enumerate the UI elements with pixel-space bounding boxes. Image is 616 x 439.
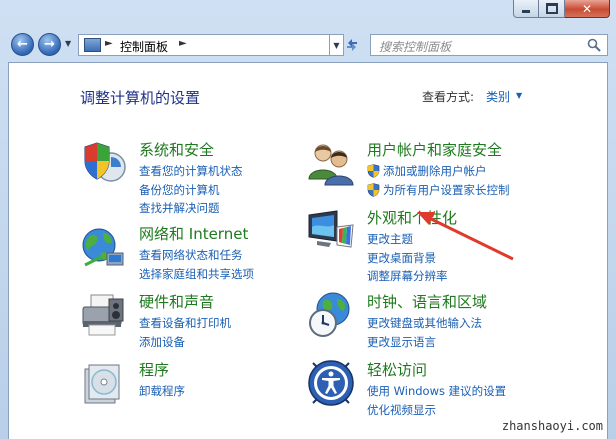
- link-optimize-video[interactable]: 优化视频显示: [367, 401, 506, 420]
- content-area: 调整计算机的设置 查看方式: 类别 ▼ 系统和安全 查看您的计算机状态 备份您的…: [8, 62, 608, 439]
- forward-button[interactable]: →: [38, 33, 61, 56]
- refresh-button[interactable]: [340, 34, 364, 56]
- control-panel-icon: [84, 38, 101, 52]
- page-title: 调整计算机的设置: [80, 89, 201, 107]
- back-arrow-icon: ←: [17, 37, 28, 52]
- breadcrumb-separator[interactable]: ►: [179, 38, 187, 49]
- refresh-icon: [347, 39, 357, 51]
- ease-of-access-icon[interactable]: [307, 359, 355, 407]
- printer-hardware-icon[interactable]: [79, 291, 127, 339]
- maximize-button[interactable]: [539, 0, 565, 18]
- monitor-palette-icon[interactable]: [307, 207, 355, 255]
- view-by-dropdown[interactable]: 类别: [486, 88, 510, 105]
- minimize-button[interactable]: [513, 0, 539, 18]
- search-input[interactable]: 搜索控制面板: [379, 38, 451, 55]
- uac-shield-icon: [367, 164, 380, 178]
- category-links: 卸载程序: [139, 382, 185, 401]
- category-links: 使用 Windows 建议的设置 优化视频显示: [367, 382, 506, 419]
- link-text[interactable]: 为所有用户设置家长控制: [383, 183, 510, 197]
- close-button[interactable]: ✕: [565, 0, 610, 18]
- category-title-system-security[interactable]: 系统和安全: [139, 139, 214, 160]
- watermark: zhanshaoyi.com: [501, 419, 603, 433]
- window-frame: ✕ ← → ▼ ► 控制面板 ► ▼ 搜索控制面板 调整计算机的设置 查看方式:…: [0, 0, 616, 439]
- link-add-device[interactable]: 添加设备: [139, 333, 231, 352]
- breadcrumb-separator[interactable]: ►: [105, 38, 113, 49]
- link-windows-recommended-settings[interactable]: 使用 Windows 建议的设置: [367, 382, 506, 401]
- uac-shield-icon: [367, 182, 380, 197]
- link-text[interactable]: 添加或删除用户帐户: [383, 164, 487, 178]
- link-add-remove-accounts[interactable]: 添加或删除用户帐户: [367, 162, 510, 181]
- close-icon: ✕: [581, 1, 593, 16]
- category-links: 更改键盘或其他输入法 更改显示语言: [367, 314, 482, 351]
- maximize-icon: [545, 3, 558, 14]
- link-homegroup-sharing[interactable]: 选择家庭组和共享选项: [139, 265, 254, 284]
- search-icon[interactable]: [587, 38, 601, 52]
- view-by-label: 查看方式:: [422, 90, 475, 104]
- link-change-keyboard-input[interactable]: 更改键盘或其他输入法: [367, 314, 482, 333]
- link-screen-resolution[interactable]: 调整屏幕分辨率: [367, 267, 448, 286]
- clock-globe-icon[interactable]: [307, 291, 355, 339]
- category-title-programs[interactable]: 程序: [139, 359, 169, 380]
- link-parental-controls[interactable]: 为所有用户设置家长控制: [367, 181, 510, 200]
- back-button[interactable]: ←: [11, 33, 34, 56]
- link-uninstall-program[interactable]: 卸载程序: [139, 382, 185, 401]
- network-globe-icon[interactable]: [79, 223, 127, 271]
- category-links: 添加或删除用户帐户 为所有用户设置家长控制: [367, 162, 510, 199]
- link-find-fix-problems[interactable]: 查找并解决问题: [139, 199, 243, 218]
- address-bar[interactable]: ► 控制面板 ►: [78, 34, 330, 56]
- link-backup-computer[interactable]: 备份您的计算机: [139, 181, 243, 200]
- window-controls: ✕: [513, 0, 610, 18]
- recent-pages-dropdown[interactable]: ▼: [65, 39, 71, 48]
- programs-disc-icon[interactable]: [79, 359, 127, 407]
- chevron-down-icon[interactable]: ▼: [516, 91, 522, 100]
- category-title-hardware-sound[interactable]: 硬件和声音: [139, 291, 214, 312]
- search-box[interactable]: 搜索控制面板: [370, 34, 608, 56]
- minimize-icon: [522, 9, 530, 13]
- forward-arrow-icon: →: [44, 37, 55, 52]
- breadcrumb-control-panel[interactable]: 控制面板: [120, 38, 168, 55]
- link-view-computer-status[interactable]: 查看您的计算机状态: [139, 162, 243, 181]
- link-devices-printers[interactable]: 查看设备和打印机: [139, 314, 231, 333]
- category-title-clock-region[interactable]: 时钟、语言和区域: [367, 291, 487, 312]
- link-change-display-language[interactable]: 更改显示语言: [367, 333, 482, 352]
- link-view-network-status[interactable]: 查看网络状态和任务: [139, 246, 254, 265]
- navigation-bar: ← → ▼ ► 控制面板 ► ▼ 搜索控制面板: [8, 31, 608, 61]
- shield-system-icon[interactable]: [79, 139, 127, 187]
- chevron-down-icon: ▼: [333, 40, 340, 50]
- category-links: 查看您的计算机状态 备份您的计算机 查找并解决问题: [139, 162, 243, 218]
- category-title-user-accounts[interactable]: 用户帐户和家庭安全: [367, 139, 502, 160]
- category-title-network-internet[interactable]: 网络和 Internet: [139, 223, 248, 244]
- category-links: 查看设备和打印机 添加设备: [139, 314, 231, 351]
- category-links: 查看网络状态和任务 选择家庭组和共享选项: [139, 246, 254, 283]
- users-icon[interactable]: [307, 139, 355, 187]
- category-title-ease-of-access[interactable]: 轻松访问: [367, 359, 427, 380]
- annotation-arrow-icon: [417, 212, 514, 261]
